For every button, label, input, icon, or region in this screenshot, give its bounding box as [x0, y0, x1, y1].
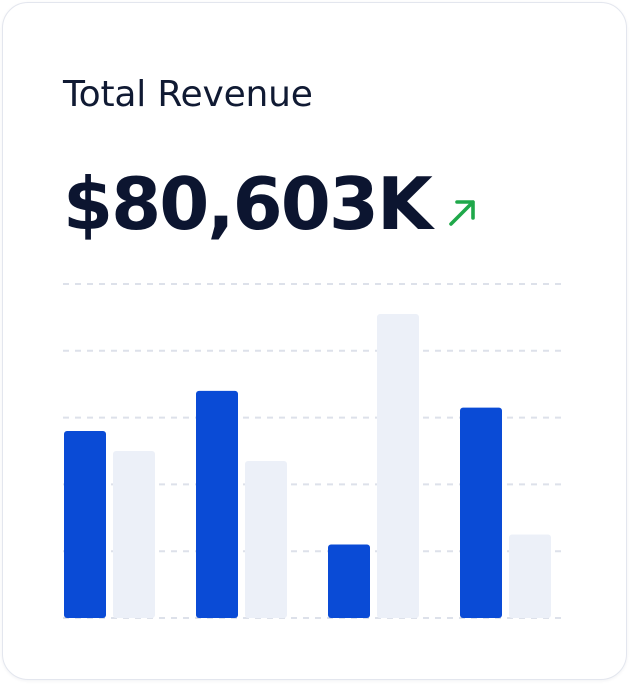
revenue-card: Total Revenue $80,603K: [2, 2, 627, 680]
arrow-up-right-icon: [448, 200, 475, 226]
card-title: Total Revenue: [63, 74, 313, 115]
value-row: $80,603K: [63, 159, 483, 249]
revenue-value: $80,603K: [63, 162, 433, 246]
